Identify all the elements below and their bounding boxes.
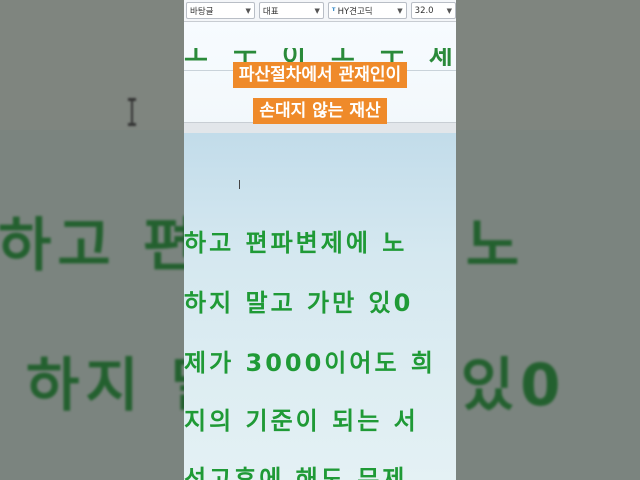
style-select[interactable]: 바탕글 ▼ bbox=[186, 2, 255, 19]
caption-text: 손대지 않는 재산 bbox=[253, 98, 387, 124]
document-text-line: 선고후에 해도 무제 bbox=[184, 465, 408, 480]
chevron-down-icon: ▼ bbox=[314, 6, 320, 15]
language-value: 대표 bbox=[262, 6, 279, 17]
font-size-value: 32.0 bbox=[414, 5, 434, 16]
font-select[interactable]: ᵀ HY견고딕 ▼ bbox=[327, 2, 407, 19]
font-size-select[interactable]: 32.0 ▼ bbox=[410, 2, 456, 19]
document-text-line: 하지 말고 가만 있0 bbox=[184, 289, 414, 317]
caption-line-2: 손대지 않는 재산 bbox=[0, 98, 640, 124]
chevron-down-icon: ▼ bbox=[397, 6, 403, 15]
caption-text: 파산절차에서 관재인이 bbox=[232, 62, 408, 88]
font-value: HY견고딕 bbox=[337, 6, 373, 17]
formatting-toolbar: 바탕글 ▼ 대표 ▼ ᵀ HY견고딕 ▼ 32.0 ▼ bbox=[184, 0, 456, 22]
language-select[interactable]: 대표 ▼ bbox=[258, 2, 324, 19]
document-text-line: 지의 기준이 되는 서 bbox=[184, 407, 419, 435]
document-page[interactable]: 하고 편파변제에 노 하지 말고 가만 있0 제가 3000이어도 희 지의 기… bbox=[184, 133, 456, 480]
i-beam-cursor-icon bbox=[239, 180, 240, 189]
chevron-down-icon: ▼ bbox=[245, 6, 251, 15]
document-text-line: 제가 3000이어도 희 bbox=[184, 349, 436, 377]
chevron-down-icon: ▼ bbox=[446, 6, 452, 15]
document-text-line: 하고 편파변제에 노 bbox=[184, 229, 408, 257]
style-value: 바탕글 bbox=[190, 6, 214, 17]
caption-line-1: 파산절차에서 관재인이 bbox=[0, 62, 640, 88]
truetype-font-icon: ᵀ bbox=[331, 6, 336, 17]
